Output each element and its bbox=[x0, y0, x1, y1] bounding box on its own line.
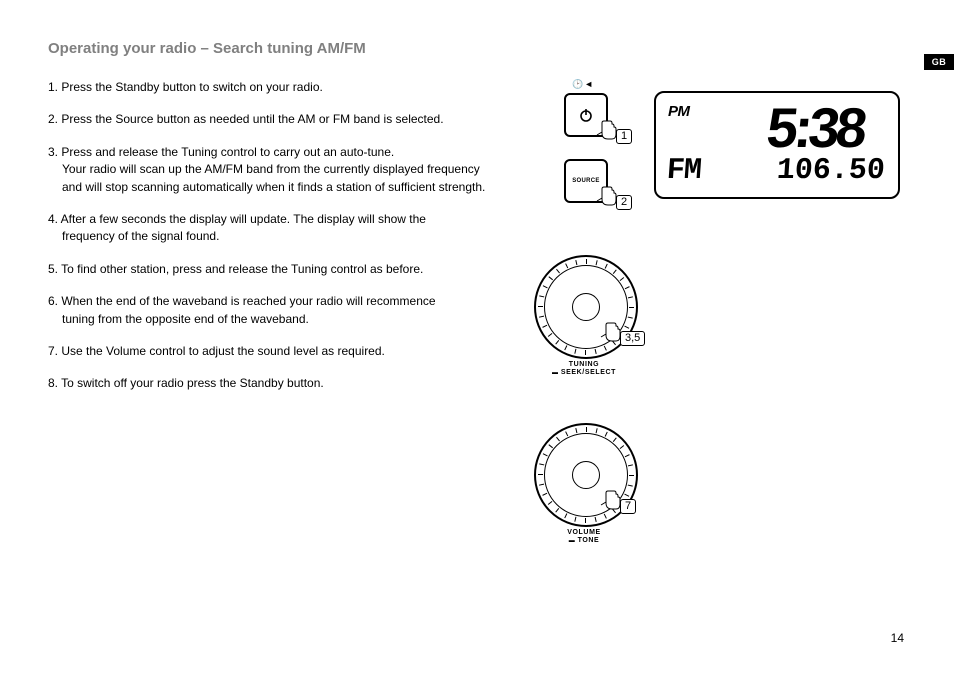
tuning-dial-caption: TUNING ▬ SEEK/SELECT bbox=[524, 361, 644, 378]
power-icon bbox=[578, 107, 594, 123]
step-label-2: 2 bbox=[616, 195, 632, 210]
volume-dial-caption: VOLUME ▬ TONE bbox=[524, 529, 644, 546]
svg-text:FM: FM bbox=[668, 154, 702, 183]
page-heading: Operating your radio – Search tuning AM/… bbox=[48, 40, 906, 57]
svg-text:106.50: 106.50 bbox=[776, 154, 886, 183]
step-4: 4. After a few seconds the display will … bbox=[48, 211, 496, 246]
seven-segment-time: 5:38 bbox=[698, 101, 868, 153]
page-number: 14 bbox=[891, 631, 904, 645]
step-1: 1. Press the Standby button to switch on… bbox=[48, 79, 496, 96]
lcd-band: FM bbox=[668, 153, 720, 183]
source-button-label: SOURCE bbox=[572, 178, 599, 184]
svg-text:5:38: 5:38 bbox=[763, 101, 867, 153]
step-label-7: 7 bbox=[620, 499, 636, 514]
step-7: 7. Use the Volume control to adjust the … bbox=[48, 343, 496, 360]
lcd-time: 5:38 bbox=[698, 101, 889, 153]
step-8: 8. To switch off your radio press the St… bbox=[48, 375, 496, 392]
step-label-3-5: 3,5 bbox=[620, 331, 645, 346]
instruction-list: 1. Press the Standby button to switch on… bbox=[48, 79, 496, 408]
step-3: 3. Press and release the Tuning control … bbox=[48, 144, 496, 196]
lcd-ampm: PM bbox=[668, 103, 690, 120]
step-label-1: 1 bbox=[616, 129, 632, 144]
language-tab: GB bbox=[924, 54, 954, 70]
step-2: 2. Press the Source button as needed unt… bbox=[48, 111, 496, 128]
figure-panel: 🕑◄ 1 SOURCE 2 bbox=[520, 79, 906, 408]
lcd-display: PM 5:38 FM 106.50 bbox=[654, 91, 900, 199]
alarm-indicator-icon: 🕑◄ bbox=[572, 79, 594, 90]
lcd-frequency: 106.50 bbox=[738, 153, 888, 183]
step-6: 6. When the end of the waveband is reach… bbox=[48, 293, 496, 328]
step-5: 5. To find other station, press and rele… bbox=[48, 261, 496, 278]
